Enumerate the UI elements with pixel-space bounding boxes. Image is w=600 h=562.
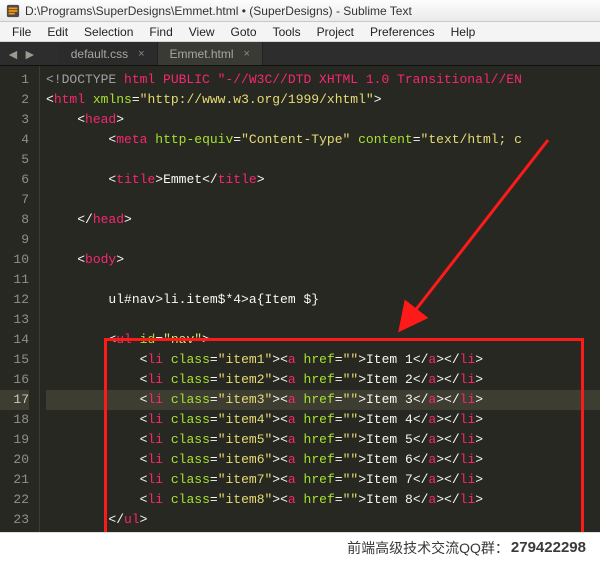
tab-default-css[interactable]: default.css × xyxy=(59,42,158,65)
line-number: 4 xyxy=(0,130,29,150)
code-line: ul#nav>li.item$*4>a{Item $} xyxy=(46,290,600,310)
menu-help[interactable]: Help xyxy=(443,23,484,41)
code-line xyxy=(46,310,600,330)
line-number: 8 xyxy=(0,210,29,230)
titlebar: D:\Programs\SuperDesigns\Emmet.html • (S… xyxy=(0,0,600,22)
code-line: <li class="item4"><a href="">Item 4</a><… xyxy=(46,410,600,430)
nav-back-icon[interactable]: ◄ xyxy=(6,46,20,62)
tab-label: default.css xyxy=(71,47,128,61)
code-line: <li class="item8"><a href="">Item 8</a><… xyxy=(46,490,600,510)
footer-bar: 前端高级技术交流QQ群： 279422298 xyxy=(0,532,600,562)
code-line: <li class="item1"><a href="">Item 1</a><… xyxy=(46,350,600,370)
code-line: <li class="item7"><a href="">Item 7</a><… xyxy=(46,470,600,490)
window-title: D:\Programs\SuperDesigns\Emmet.html • (S… xyxy=(25,4,412,18)
menu-project[interactable]: Project xyxy=(309,23,362,41)
line-number: 19 xyxy=(0,430,29,450)
code-line: </ul> xyxy=(46,510,600,530)
close-icon[interactable]: × xyxy=(138,48,144,60)
line-number: 15 xyxy=(0,350,29,370)
code-line: <li class="item2"><a href="">Item 2</a><… xyxy=(46,370,600,390)
code-line: <ul id="nav"> xyxy=(46,330,600,350)
code-line: <!DOCTYPE html PUBLIC "-//W3C//DTD XHTML… xyxy=(46,70,600,90)
tab-emmet-html[interactable]: Emmet.html × xyxy=(158,42,263,65)
toolbar: ◄ ► default.css × Emmet.html × xyxy=(0,42,600,66)
code-line: <li class="item6"><a href="">Item 6</a><… xyxy=(46,450,600,470)
nav-forward-icon[interactable]: ► xyxy=(23,46,37,62)
line-number: 9 xyxy=(0,230,29,250)
editor[interactable]: 1234567891011121314151617181920212223 <!… xyxy=(0,66,600,532)
menu-file[interactable]: File xyxy=(4,23,39,41)
menu-view[interactable]: View xyxy=(181,23,223,41)
code-line xyxy=(46,270,600,290)
line-number: 21 xyxy=(0,470,29,490)
line-number: 17 xyxy=(0,390,29,410)
menu-preferences[interactable]: Preferences xyxy=(362,23,443,41)
app-icon xyxy=(6,4,20,18)
gutter: 1234567891011121314151617181920212223 xyxy=(0,66,40,532)
menu-edit[interactable]: Edit xyxy=(39,23,76,41)
nav-history: ◄ ► xyxy=(0,46,43,62)
line-number: 5 xyxy=(0,150,29,170)
line-number: 3 xyxy=(0,110,29,130)
line-number: 13 xyxy=(0,310,29,330)
line-number: 1 xyxy=(0,70,29,90)
menubar: FileEditSelectionFindViewGotoToolsProjec… xyxy=(0,22,600,42)
line-number: 14 xyxy=(0,330,29,350)
line-number: 23 xyxy=(0,510,29,530)
menu-selection[interactable]: Selection xyxy=(76,23,141,41)
code-line: <li class="item3"><a href="">Item 3</a><… xyxy=(46,390,600,410)
line-number: 20 xyxy=(0,450,29,470)
line-number: 10 xyxy=(0,250,29,270)
code-line: <head> xyxy=(46,110,600,130)
code-line: <meta http-equiv="Content-Type" content=… xyxy=(46,130,600,150)
line-number: 16 xyxy=(0,370,29,390)
menu-find[interactable]: Find xyxy=(141,23,180,41)
code-line: <li class="item5"><a href="">Item 5</a><… xyxy=(46,430,600,450)
code-line: <html xmlns="http://www.w3.org/1999/xhtm… xyxy=(46,90,600,110)
close-icon[interactable]: × xyxy=(244,48,250,60)
code-line: </head> xyxy=(46,210,600,230)
line-number: 18 xyxy=(0,410,29,430)
footer-text: 前端高级技术交流QQ群： xyxy=(347,538,509,558)
line-number: 12 xyxy=(0,290,29,310)
code-line: <title>Emmet</title> xyxy=(46,170,600,190)
tab-label: Emmet.html xyxy=(170,47,234,61)
line-number: 7 xyxy=(0,190,29,210)
code-area[interactable]: <!DOCTYPE html PUBLIC "-//W3C//DTD XHTML… xyxy=(40,66,600,532)
line-number: 22 xyxy=(0,490,29,510)
line-number: 11 xyxy=(0,270,29,290)
code-line: <body> xyxy=(46,250,600,270)
tab-strip: default.css × Emmet.html × xyxy=(59,42,263,65)
line-number: 6 xyxy=(0,170,29,190)
code-line xyxy=(46,190,600,210)
menu-tools[interactable]: Tools xyxy=(265,23,309,41)
code-line xyxy=(46,150,600,170)
menu-goto[interactable]: Goto xyxy=(223,23,265,41)
code-line xyxy=(46,230,600,250)
line-number: 2 xyxy=(0,90,29,110)
footer-number: 279422298 xyxy=(511,539,586,556)
